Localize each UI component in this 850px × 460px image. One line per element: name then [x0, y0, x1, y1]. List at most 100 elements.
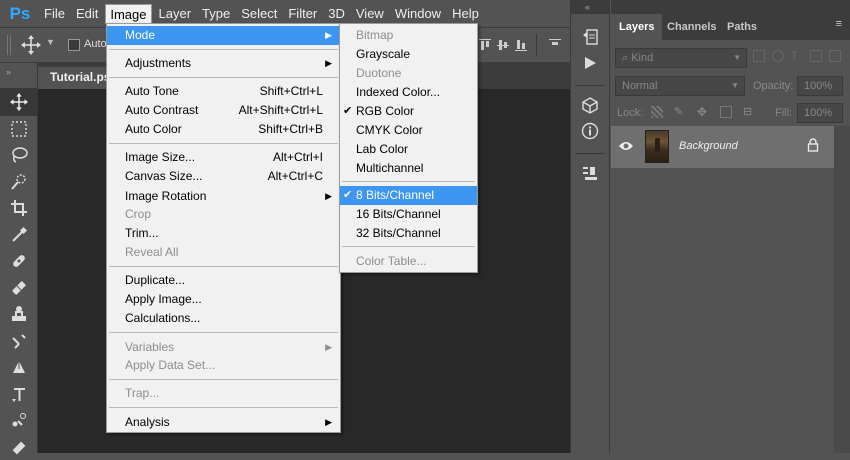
- menu-edit[interactable]: Edit: [72, 4, 102, 24]
- history-brush-tool-icon[interactable]: [0, 328, 38, 355]
- mode-item-32-bits[interactable]: 32 Bits/Channel: [340, 224, 477, 243]
- layer-row-background[interactable]: Background: [611, 126, 834, 168]
- document-tab[interactable]: Tutorial.psd: [38, 67, 108, 89]
- menu-item-adjustments[interactable]: Adjustments ▶: [107, 54, 340, 73]
- move-tool-icon[interactable]: [0, 89, 38, 116]
- kind-filter-select[interactable]: ⌕ Kind ▼: [615, 48, 747, 68]
- lock-position-icon[interactable]: ✥: [697, 106, 709, 118]
- eye-icon[interactable]: [618, 140, 634, 155]
- menu-item-trim[interactable]: Trim...: [107, 224, 340, 243]
- align-top-icon[interactable]: [478, 38, 492, 55]
- tools-collapse-icon[interactable]: »: [0, 63, 37, 89]
- menu-view[interactable]: View: [352, 4, 388, 24]
- menu-item-auto-color[interactable]: Auto Color Shift+Ctrl+B: [107, 120, 340, 139]
- marquee-tool-icon[interactable]: [0, 116, 38, 143]
- eraser-tool-icon[interactable]: [0, 434, 38, 460]
- lock-artboard-icon[interactable]: [720, 106, 732, 118]
- image-size-label: Image Size...: [125, 150, 195, 164]
- lasso-tool-icon[interactable]: [0, 142, 38, 169]
- grayscale-label: Grayscale: [356, 47, 410, 61]
- menu-separator: [109, 49, 338, 50]
- mode-item-16-bits[interactable]: 16 Bits/Channel: [340, 205, 477, 224]
- healing-brush-tool-icon[interactable]: [0, 248, 38, 275]
- checkmark-icon: ✔: [343, 102, 352, 121]
- move-tool-preset-icon[interactable]: [18, 33, 44, 57]
- lock-all-icon[interactable]: ⊟: [743, 106, 755, 118]
- type-filter-icon[interactable]: T: [791, 50, 803, 62]
- menu-item-image-rotation[interactable]: Image Rotation ▶: [107, 187, 340, 206]
- menu-item-auto-tone[interactable]: Auto Tone Shift+Ctrl+L: [107, 82, 340, 101]
- menu-file[interactable]: File: [40, 4, 69, 24]
- history-panel-icon[interactable]: [571, 24, 609, 50]
- menu-item-image-size[interactable]: Image Size... Alt+Ctrl+I: [107, 148, 340, 167]
- tab-paths[interactable]: Paths: [719, 14, 765, 40]
- lock-pixels-icon[interactable]: ✎: [674, 106, 686, 118]
- menu-separator: [109, 266, 338, 267]
- actions-panel-icon[interactable]: [571, 50, 609, 76]
- layers-scrollbar[interactable]: [834, 126, 850, 453]
- fill-field[interactable]: 100%: [797, 103, 843, 123]
- search-icon: ⌕: [622, 52, 631, 64]
- menu-item-auto-contrast[interactable]: Auto Contrast Alt+Shift+Ctrl+L: [107, 101, 340, 120]
- menu-window[interactable]: Window: [391, 4, 445, 24]
- align-bottom-icon[interactable]: [514, 38, 528, 55]
- opacity-field[interactable]: 100%: [797, 76, 843, 96]
- panel-menu-icon[interactable]: ≡: [836, 18, 842, 30]
- menu-type[interactable]: Type: [198, 4, 234, 24]
- tab-channels[interactable]: Channels: [659, 14, 725, 40]
- brush-tool-icon[interactable]: [0, 275, 38, 302]
- menu-layer[interactable]: Layer: [155, 4, 196, 24]
- lock-transparent-icon[interactable]: [651, 106, 663, 118]
- menu-item-apply-image[interactable]: Apply Image...: [107, 290, 340, 309]
- mode-item-color-table: Color Table...: [340, 252, 477, 271]
- preset-dropdown-arrow-icon[interactable]: ▼: [46, 37, 55, 47]
- menu-item-calculations[interactable]: Calculations...: [107, 309, 340, 328]
- adjustment-filter-icon[interactable]: [772, 50, 784, 62]
- mode-item-rgb-color[interactable]: ✔ RGB Color: [340, 102, 477, 121]
- strip-collapse-icon[interactable]: «: [571, 0, 609, 14]
- tab-layers[interactable]: Layers: [611, 14, 662, 40]
- mode-item-multichannel[interactable]: Multichannel: [340, 159, 477, 178]
- 3d-panel-icon[interactable]: [571, 92, 609, 118]
- menu-help[interactable]: Help: [448, 4, 483, 24]
- menu-item-mode[interactable]: Mode ▶: [107, 26, 340, 45]
- clone-stamp-tool-icon[interactable]: [0, 301, 38, 328]
- layer-thumbnail-figure: [655, 138, 660, 152]
- menu-item-canvas-size[interactable]: Canvas Size... Alt+Ctrl+C: [107, 167, 340, 186]
- quick-selection-tool-icon[interactable]: [0, 169, 38, 196]
- distribute-top-icon[interactable]: [548, 38, 562, 55]
- auto-tone-shortcut: Shift+Ctrl+L: [260, 82, 323, 101]
- menu-3d[interactable]: 3D: [324, 4, 349, 24]
- blend-mode-select[interactable]: Normal ▼: [615, 76, 745, 96]
- mode-item-8-bits[interactable]: ✔ 8 Bits/Channel: [340, 186, 477, 205]
- menu-image[interactable]: Image: [105, 4, 151, 24]
- path-selection-tool-icon[interactable]: [0, 407, 38, 434]
- type-tool-icon[interactable]: [0, 381, 38, 408]
- pixel-filter-icon[interactable]: [753, 50, 765, 62]
- image-size-shortcut: Alt+Ctrl+I: [273, 148, 323, 167]
- mode-item-indexed-color[interactable]: Indexed Color...: [340, 83, 477, 102]
- menu-item-analysis[interactable]: Analysis ▶: [107, 413, 340, 432]
- menu-filter[interactable]: Filter: [284, 4, 321, 24]
- pen-tool-icon[interactable]: [0, 354, 38, 381]
- mode-submenu: Bitmap Grayscale Duotone Indexed Color..…: [339, 23, 478, 273]
- canvas-size-shortcut: Alt+Ctrl+C: [268, 167, 323, 186]
- image-rotation-label: Image Rotation: [125, 189, 206, 203]
- crop-tool-icon[interactable]: [0, 195, 38, 222]
- info-panel-icon[interactable]: [571, 118, 609, 144]
- smart-object-filter-icon[interactable]: [829, 50, 841, 62]
- menu-separator: [109, 332, 338, 333]
- layer-name[interactable]: Background: [679, 140, 738, 152]
- menu-item-duplicate[interactable]: Duplicate...: [107, 271, 340, 290]
- eyedropper-tool-icon[interactable]: [0, 222, 38, 249]
- bitmap-label: Bitmap: [356, 28, 393, 42]
- kind-filter-label: Kind: [631, 52, 653, 64]
- properties-panel-icon[interactable]: [571, 160, 609, 186]
- mode-item-cmyk-color[interactable]: CMYK Color: [340, 121, 477, 140]
- mode-item-lab-color[interactable]: Lab Color: [340, 140, 477, 159]
- shape-filter-icon[interactable]: [810, 50, 822, 62]
- mode-item-grayscale[interactable]: Grayscale: [340, 45, 477, 64]
- menu-select[interactable]: Select: [237, 4, 281, 24]
- auto-select-checkbox[interactable]: [68, 39, 80, 51]
- align-vcenter-icon[interactable]: [496, 38, 510, 55]
